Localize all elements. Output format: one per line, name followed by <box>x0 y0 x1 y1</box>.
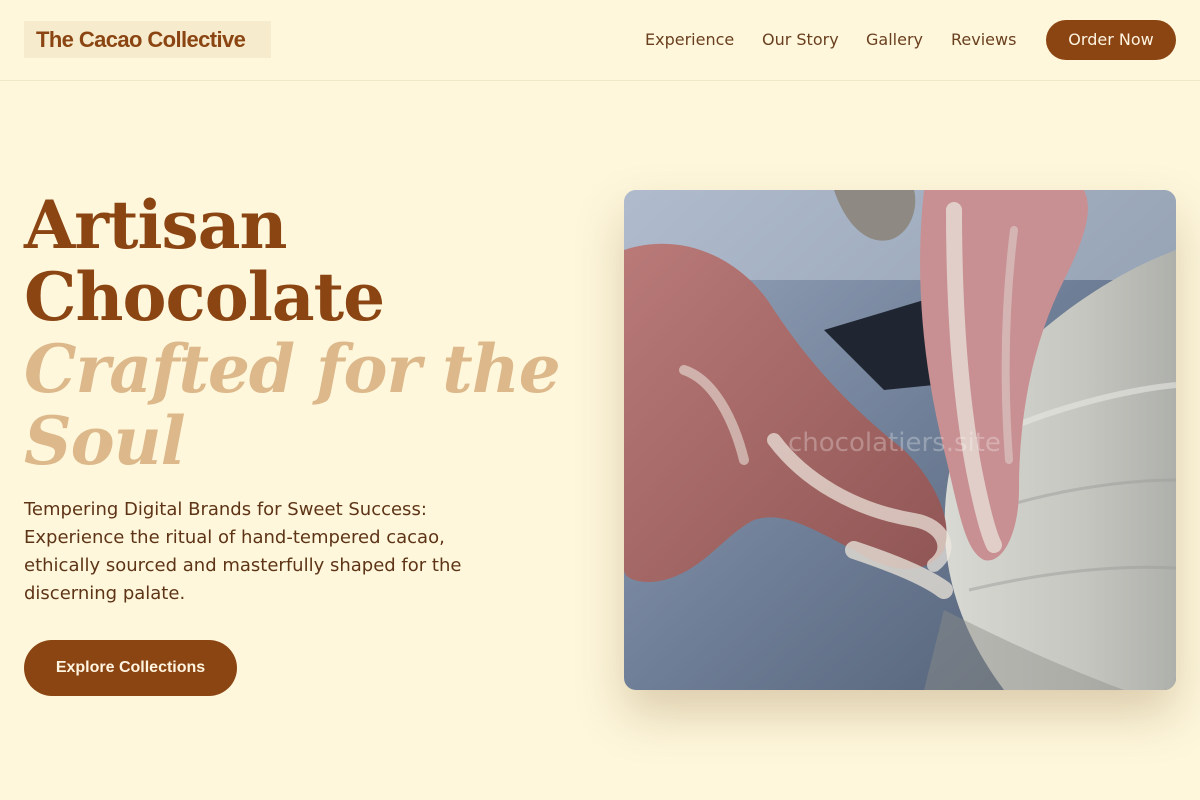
site-header: The Cacao Collective Experience Our Stor… <box>0 0 1200 81</box>
hero-description: Tempering Digital Brands for Sweet Succe… <box>24 499 462 604</box>
nav-link-our-story[interactable]: Our Story <box>762 30 839 50</box>
nav-link-gallery[interactable]: Gallery <box>866 30 923 50</box>
nav-link-experience[interactable]: Experience <box>645 30 734 50</box>
order-now-button[interactable]: Order Now <box>1046 20 1176 60</box>
headline-line-artisan: Artisan <box>24 186 287 264</box>
nav-link-reviews[interactable]: Reviews <box>951 30 1016 50</box>
hero-image-pottery-hands: chocolatiers.site <box>624 190 1176 690</box>
headline-accent-soul: Soul <box>24 402 186 480</box>
explore-collections-button[interactable]: Explore Collections <box>24 640 237 696</box>
headline-line-chocolate: Chocolate <box>24 258 385 336</box>
headline-accent-crafted: Crafted for the <box>24 330 561 408</box>
brand-logo[interactable]: The Cacao Collective <box>24 21 271 58</box>
image-watermark: chocolatiers.site <box>788 428 1001 458</box>
